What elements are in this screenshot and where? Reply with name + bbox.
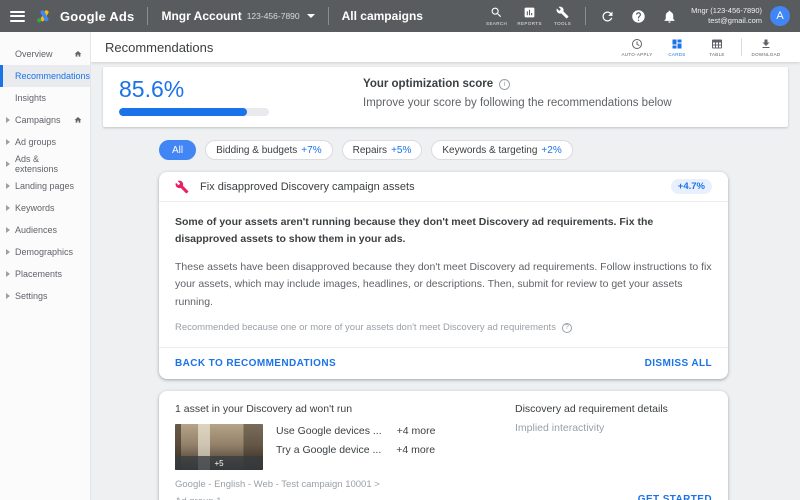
expand-arrow-icon — [6, 293, 10, 299]
user-name: Mngr (123-456-7890) — [691, 6, 762, 16]
score-heading: Your optimization score — [363, 78, 493, 90]
sidebar-item-overview[interactable]: Overview — [0, 43, 90, 65]
expand-arrow-icon — [6, 249, 10, 255]
menu-icon[interactable] — [10, 8, 25, 24]
account-switcher[interactable]: Mngr Account — [161, 9, 241, 23]
requirement-details-heading: Discovery ad requirement details — [515, 403, 668, 415]
repair-wrench-icon — [175, 180, 189, 194]
more-headlines-link[interactable]: +4 more — [397, 425, 436, 437]
user-email: test@gmail.com — [691, 16, 762, 26]
sidebar-nav: Overview Recommendations Insights Campai… — [0, 32, 91, 500]
search-button[interactable]: SEARCH — [480, 6, 513, 26]
expand-arrow-icon — [6, 161, 10, 167]
filter-chips: All Bidding & budgets +7% Repairs +5% Ke… — [159, 140, 728, 160]
campaign-breadcrumb[interactable]: Google - English - Web - Test campaign 1… — [175, 479, 467, 490]
optimization-progress-bar — [119, 108, 269, 116]
back-to-recommendations-button[interactable]: BACK TO RECOMMENDATIONS — [175, 358, 336, 369]
download-icon — [760, 38, 772, 50]
divider — [147, 7, 148, 25]
tools-button[interactable]: TOOLS — [546, 6, 579, 26]
recommendation-card: Fix disapproved Discovery campaign asset… — [159, 172, 728, 379]
home-icon — [74, 116, 82, 124]
recommendation-title: Fix disapproved Discovery campaign asset… — [200, 181, 415, 193]
sidebar-item-ad-groups[interactable]: Ad groups — [0, 131, 90, 153]
divider — [585, 7, 586, 25]
page-title: Recommendations — [105, 40, 213, 55]
sidebar-item-landing-pages[interactable]: Landing pages — [0, 175, 90, 197]
filter-chip-repairs[interactable]: Repairs +5% — [342, 140, 423, 160]
score-subtext: Improve your score by following the reco… — [363, 97, 672, 109]
divider — [741, 38, 742, 56]
recommendation-description: These assets have been disapproved becau… — [175, 259, 712, 313]
product-name: Google Ads — [60, 9, 134, 24]
scope-selector[interactable]: All campaigns — [342, 9, 423, 23]
user-info: Mngr (123-456-7890) test@gmail.com — [691, 6, 762, 26]
sidebar-item-campaigns[interactable]: Campaigns — [0, 109, 90, 131]
ad-group-label: Ad group 1 — [175, 496, 467, 500]
sidebar-item-settings[interactable]: Settings — [0, 285, 90, 307]
reports-icon — [523, 6, 536, 19]
recommendation-summary: Some of your assets aren't running becau… — [175, 214, 712, 249]
top-bar: Google Ads Mngr Account 123-456-7890 All… — [0, 0, 800, 32]
asset-headline: Use Google devices ... — [276, 425, 382, 437]
expand-arrow-icon — [6, 227, 10, 233]
filter-chip-all[interactable]: All — [159, 140, 196, 160]
avatar[interactable]: A — [770, 6, 790, 26]
download-button[interactable]: DOWNLOAD — [746, 38, 786, 57]
asset-thumbnail[interactable]: +5 — [175, 424, 263, 470]
sidebar-item-audiences[interactable]: Audiences — [0, 219, 90, 241]
expand-arrow-icon — [6, 139, 10, 145]
tools-icon — [556, 6, 569, 19]
expand-arrow-icon — [6, 183, 10, 189]
home-icon — [74, 50, 82, 58]
refresh-icon[interactable] — [600, 9, 615, 24]
main-content: Recommendations AUTO-APPLY CARDS TABLE — [91, 32, 800, 500]
requirement-details-value: Implied interactivity — [515, 422, 668, 434]
asset-headline: Try a Google device ... — [276, 444, 381, 456]
sidebar-item-ads-extensions[interactable]: Ads & extensions — [0, 153, 90, 175]
sidebar-item-keywords[interactable]: Keywords — [0, 197, 90, 219]
account-id: 123-456-7890 — [247, 11, 300, 21]
optimization-progress-fill — [119, 108, 247, 116]
optimization-score-value: 85.6% — [119, 76, 271, 103]
expand-arrow-icon — [6, 117, 10, 123]
reports-button[interactable]: REPORTS — [513, 6, 546, 26]
google-ads-logo-icon — [36, 9, 53, 24]
optimization-score-card: 85.6% Your optimization score i Improve … — [103, 67, 788, 127]
info-icon[interactable]: ? — [562, 323, 572, 333]
sidebar-item-insights[interactable]: Insights — [0, 87, 90, 109]
search-icon — [490, 6, 503, 19]
filter-chip-keywords-targeting[interactable]: Keywords & targeting +2% — [431, 140, 572, 160]
page-header: Recommendations AUTO-APPLY CARDS TABLE — [91, 32, 800, 62]
uplift-badge[interactable]: +4.7% — [671, 179, 712, 194]
expand-arrow-icon — [6, 205, 10, 211]
asset-title: 1 asset in your Discovery ad won't run — [175, 403, 467, 415]
auto-apply-clock-icon — [631, 38, 643, 50]
chevron-down-icon[interactable] — [307, 14, 315, 18]
table-icon — [711, 38, 723, 50]
recommendation-reason: Recommended because one or more of your … — [175, 322, 556, 333]
get-started-button[interactable]: GET STARTED — [638, 494, 712, 500]
dismiss-all-button[interactable]: DISMISS ALL — [645, 358, 712, 369]
help-icon[interactable] — [631, 9, 646, 24]
more-headlines-link[interactable]: +4 more — [396, 444, 435, 456]
sidebar-item-demographics[interactable]: Demographics — [0, 241, 90, 263]
filter-chip-bidding-budgets[interactable]: Bidding & budgets +7% — [205, 140, 332, 160]
auto-apply-button[interactable]: AUTO-APPLY — [617, 38, 657, 57]
expand-arrow-icon — [6, 271, 10, 277]
cards-grid-icon — [671, 38, 683, 50]
more-images-badge: +5 — [175, 456, 263, 470]
sidebar-item-placements[interactable]: Placements — [0, 263, 90, 285]
cards-view-button[interactable]: CARDS — [657, 38, 697, 57]
table-view-button[interactable]: TABLE — [697, 38, 737, 57]
asset-card-1: 1 asset in your Discovery ad won't run +… — [159, 391, 728, 500]
sidebar-item-recommendations[interactable]: Recommendations — [0, 65, 90, 87]
info-icon[interactable]: i — [499, 79, 510, 90]
divider — [328, 7, 329, 25]
notifications-bell-icon[interactable] — [662, 9, 677, 24]
